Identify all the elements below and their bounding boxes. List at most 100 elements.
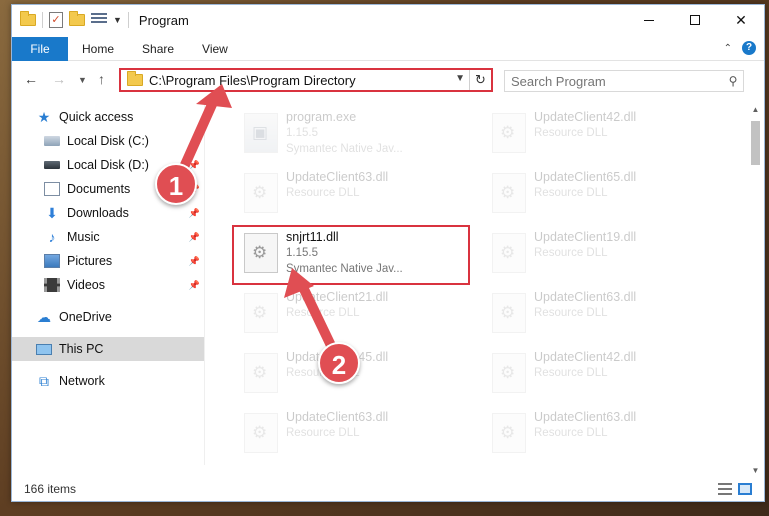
file-description: Resource DLL (534, 307, 608, 319)
file-name: UpdateClient42.dll (534, 110, 637, 124)
item-count: 166 items (24, 482, 77, 496)
file-item[interactable]: UpdateClient63.dll Resource DLL (240, 165, 476, 221)
properties-list-icon[interactable] (91, 13, 107, 27)
back-arrow-icon[interactable]: ← (24, 71, 38, 87)
maximize-button[interactable] (672, 5, 718, 35)
large-icons-view-icon[interactable] (738, 483, 752, 495)
tab-file[interactable]: File (12, 36, 68, 61)
dll-file-icon (244, 173, 278, 213)
annotation-badge-2: 2 (318, 342, 360, 384)
sidebar-item-music[interactable]: ♪ Music 📌 (12, 225, 204, 249)
sidebar-item-this-pc[interactable]: This PC (12, 337, 204, 361)
chevron-up-icon[interactable]: ⌃ (724, 43, 732, 54)
toolbar-separator (127, 12, 129, 28)
drive-icon (44, 136, 60, 146)
music-icon: ♪ (48, 229, 56, 245)
file-description: Symantec Native Jav... (286, 143, 403, 155)
close-button[interactable]: ✕ (718, 5, 764, 35)
file-name: UpdateClient19.dll (534, 230, 637, 244)
ribbon-tabs: File Home Share View ⌃ ? (12, 36, 764, 61)
file-item[interactable]: program.exe 1.15.5 Symantec Native Jav... (240, 105, 476, 161)
address-bar[interactable]: C:\Program Files\Program Directory ▼ ↻ (119, 68, 493, 92)
minimize-icon (644, 19, 654, 21)
sidebar-item-label: Downloads (67, 206, 129, 220)
pin-icon[interactable]: 📌 (189, 208, 200, 219)
dll-file-icon (492, 233, 526, 273)
new-folder-icon[interactable] (69, 11, 85, 26)
file-item[interactable]: UpdateClient63.dll Resource DLL (240, 405, 476, 461)
details-view-icon[interactable] (718, 483, 732, 495)
file-item[interactable]: UpdateClient21.dll Resource DLL (240, 285, 476, 341)
annotation-badge-1: 1 (155, 163, 197, 205)
tab-view[interactable]: View (188, 37, 242, 61)
file-name: program.exe (286, 110, 357, 124)
file-description: Resource DLL (286, 187, 360, 199)
file-item[interactable]: UpdateClient42.dll Resource DLL (488, 105, 724, 161)
executable-file-icon (244, 113, 278, 153)
vertical-scrollbar[interactable]: ▲ ▼ (747, 101, 764, 479)
file-description: Resource DLL (534, 427, 608, 439)
tab-share[interactable]: Share (128, 37, 188, 61)
pin-icon[interactable]: 📌 (189, 280, 200, 291)
address-dropdown-icon[interactable]: ▼ (455, 73, 465, 84)
scroll-thumb[interactable] (751, 121, 760, 165)
dll-file-icon (492, 173, 526, 213)
sidebar-item-label: Videos (67, 278, 105, 292)
recent-locations-icon[interactable]: ▼ (78, 75, 87, 85)
sidebar-item-pictures[interactable]: Pictures 📌 (12, 249, 204, 273)
minimize-button[interactable] (626, 5, 672, 35)
forward-arrow-icon[interactable]: → (52, 71, 66, 87)
refresh-icon[interactable]: ↻ (469, 70, 491, 90)
sidebar-item-label: Network (59, 374, 105, 388)
pin-icon[interactable]: 📌 (189, 256, 200, 267)
up-arrow-icon[interactable]: ↑ (98, 71, 105, 87)
file-meta: program.exe 1.15.5 Symantec Native Jav... (286, 105, 403, 157)
file-explorer-window: ✓ ▼ Program ✕ File Home Share View ⌃ ? ←… (11, 4, 765, 502)
address-path[interactable]: C:\Program Files\Program Directory (149, 73, 356, 88)
help-icon[interactable]: ? (742, 41, 756, 55)
pin-icon[interactable]: 📌 (189, 232, 200, 243)
navigation-pane: ★ Quick access Local Disk (C:) Local Dis… (12, 105, 205, 465)
file-name: UpdateClient63.dll (534, 410, 637, 424)
file-meta: UpdateClient63.dll Resource DLL (534, 405, 636, 441)
search-icon[interactable]: ⚲ (723, 74, 743, 88)
dll-file-icon (492, 113, 526, 153)
customize-toolbar-dropdown-icon[interactable]: ▼ (113, 15, 122, 25)
sidebar-item-videos[interactable]: Videos 📌 (12, 273, 204, 297)
file-meta: UpdateClient65.dll Resource DLL (534, 165, 636, 201)
sidebar-item-network[interactable]: ⧉ Network (12, 369, 204, 393)
sidebar-item-label: Local Disk (D:) (67, 158, 149, 172)
cloud-icon: ☁ (37, 309, 51, 325)
title-bar: ✓ ▼ Program ✕ (12, 5, 764, 35)
navigation-bar: ← → ▼ ↑ C:\Program Files\Program Directo… (12, 65, 764, 97)
file-description: Resource DLL (286, 307, 360, 319)
dll-file-icon (492, 353, 526, 393)
sidebar-item-local-disk-c[interactable]: Local Disk (C:) (12, 129, 204, 153)
properties-check-icon[interactable]: ✓ (49, 12, 63, 28)
file-description: Resource DLL (534, 247, 608, 259)
sidebar-item-quick-access[interactable]: ★ Quick access (12, 105, 204, 129)
file-item[interactable]: UpdateClient42.dll Resource DLL (488, 345, 724, 401)
file-name: UpdateClient63.dll (534, 290, 637, 304)
search-input[interactable] (511, 73, 723, 89)
sidebar-item-label: Documents (67, 182, 131, 196)
search-box[interactable]: ⚲ (504, 70, 744, 92)
file-meta: UpdateClient19.dll Resource DLL (534, 225, 636, 261)
file-meta: UpdateClient21.dll Resource DLL (286, 285, 388, 321)
file-item[interactable]: UpdateClient63.dll Resource DLL (488, 405, 724, 461)
dll-file-icon (244, 353, 278, 393)
documents-icon (44, 182, 60, 196)
scroll-up-icon[interactable]: ▲ (747, 101, 764, 118)
file-item[interactable]: UpdateClient65.dll Resource DLL (488, 165, 724, 221)
sidebar-item-label: Quick access (59, 110, 134, 124)
file-description: Resource DLL (534, 127, 608, 139)
file-item[interactable]: UpdateClient63.dll Resource DLL (488, 285, 724, 341)
highlight-box (232, 225, 470, 285)
sidebar-item-onedrive[interactable]: ☁ OneDrive (12, 305, 204, 329)
tab-home[interactable]: Home (68, 37, 128, 61)
ribbon-right-controls: ⌃ ? (724, 41, 756, 55)
file-meta: UpdateClient42.dll Resource DLL (534, 105, 636, 141)
file-item[interactable]: UpdateClient19.dll Resource DLL (488, 225, 724, 281)
